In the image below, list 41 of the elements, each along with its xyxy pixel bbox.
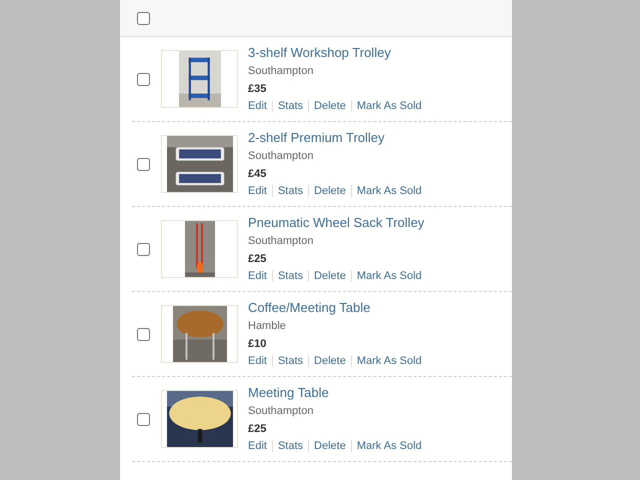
action-link[interactable]: Stats xyxy=(278,98,304,114)
action-link[interactable]: Delete xyxy=(314,438,346,454)
action-link[interactable]: Delete xyxy=(314,353,346,369)
row-checkbox[interactable] xyxy=(137,412,150,426)
action-link[interactable]: Edit xyxy=(248,98,267,114)
action-link[interactable]: Stats xyxy=(278,353,304,369)
action-link[interactable]: Delete xyxy=(314,98,346,114)
row-checkbox[interactable] xyxy=(137,242,150,256)
action-link[interactable]: Mark As Sold xyxy=(356,438,422,454)
row-checkbox[interactable] xyxy=(137,72,150,86)
listing-title[interactable]: Meeting Table xyxy=(248,384,422,402)
listing-location: Hamble xyxy=(248,319,287,334)
action-link[interactable]: Edit xyxy=(248,353,267,369)
action-link[interactable]: Stats xyxy=(278,438,304,454)
action-link[interactable]: Delete xyxy=(314,183,346,199)
action-link[interactable]: Stats xyxy=(278,268,304,284)
listing-location: Southampton xyxy=(248,234,314,249)
action-link[interactable]: Mark As Sold xyxy=(356,353,422,369)
action-link[interactable]: Mark As Sold xyxy=(356,268,422,284)
listing-title[interactable]: Coffee/Meeting Table xyxy=(248,299,422,317)
select-all-checkbox[interactable] xyxy=(137,12,150,24)
row-checkbox[interactable] xyxy=(137,158,150,170)
listing-title[interactable]: Pneumatic Wheel Sack Trolley xyxy=(248,214,424,232)
action-link[interactable]: Stats xyxy=(278,183,304,199)
listing-location: Southampton xyxy=(248,64,314,79)
action-link[interactable]: Mark As Sold xyxy=(356,98,422,114)
row-checkbox[interactable] xyxy=(137,328,150,340)
listing-price: £45 xyxy=(248,167,268,182)
listing-price: £25 xyxy=(248,422,268,437)
listing-location: Southampton xyxy=(248,404,314,419)
listing-title[interactable]: 2-shelf Premium Trolley xyxy=(248,129,422,147)
listing-location: Southampton xyxy=(248,149,314,164)
listing-price: £25 xyxy=(248,252,268,267)
action-link[interactable]: Edit xyxy=(248,268,267,284)
listing-price: £10 xyxy=(248,337,268,352)
listing-title[interactable]: 3-shelf Workshop Trolley xyxy=(248,44,422,62)
action-link[interactable]: Edit xyxy=(248,438,267,454)
action-link[interactable]: Mark As Sold xyxy=(356,183,422,199)
listing-price: £35 xyxy=(248,82,268,97)
action-link[interactable]: Delete xyxy=(314,268,346,284)
action-link[interactable]: Edit xyxy=(248,183,267,199)
